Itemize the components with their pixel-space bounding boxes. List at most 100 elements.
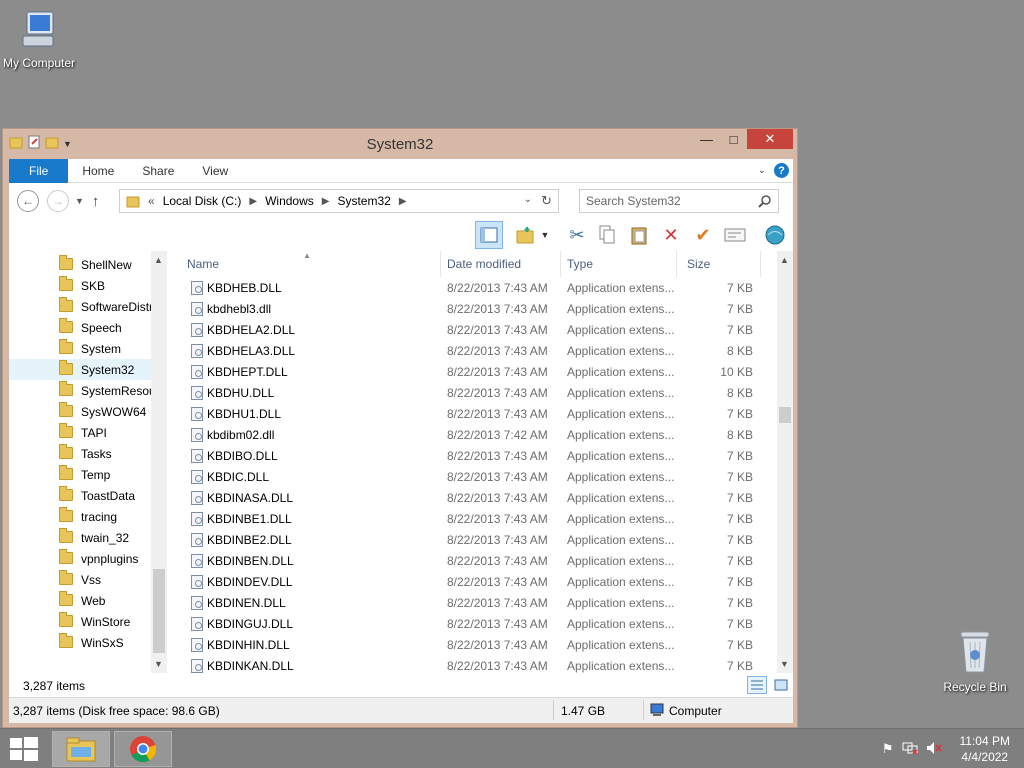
file-row[interactable]: KBDINBE2.DLL 8/22/2013 7:43 AM Application… bbox=[167, 530, 775, 551]
column-header-size[interactable]: Size bbox=[681, 251, 761, 277]
nav-item-systemresou[interactable]: SystemResou bbox=[9, 380, 167, 401]
file-row[interactable]: KBDINDEV.DLL 8/22/2013 7:43 AM Application… bbox=[167, 572, 775, 593]
minimize-button[interactable]: — bbox=[693, 129, 720, 149]
file-row[interactable]: KBDINHIN.DLL 8/22/2013 7:43 AM Application… bbox=[167, 635, 775, 656]
new-folder-button[interactable] bbox=[511, 221, 539, 249]
address-overflow-icon[interactable]: « bbox=[148, 194, 155, 208]
file-date: 8/22/2013 7:43 AM bbox=[447, 554, 548, 568]
up-button[interactable]: ↑ bbox=[92, 193, 100, 210]
nav-item-shellnew[interactable]: ShellNew bbox=[9, 254, 167, 275]
address-bar[interactable]: « Local Disk (C:) ▶ Windows ▶ System32 ▶… bbox=[119, 189, 559, 213]
tab-share[interactable]: Share bbox=[128, 159, 188, 183]
nav-item-syswow64[interactable]: SysWOW64 bbox=[9, 401, 167, 422]
nav-item-speech[interactable]: Speech bbox=[9, 317, 167, 338]
maximize-button[interactable]: □ bbox=[720, 129, 747, 149]
taskbar-chrome[interactable] bbox=[114, 731, 172, 767]
tab-view[interactable]: View bbox=[188, 159, 242, 183]
file-row[interactable]: KBDIC.DLL 8/22/2013 7:43 AM Application ex… bbox=[167, 467, 775, 488]
search-box[interactable]: Search System32 bbox=[579, 189, 779, 213]
file-list-scrollbar[interactable]: ▲ ▼ bbox=[777, 251, 793, 673]
cut-icon[interactable]: ✂ bbox=[563, 221, 591, 249]
recent-locations-icon[interactable]: ▼ bbox=[75, 196, 84, 206]
network-icon[interactable] bbox=[902, 741, 918, 758]
column-header-name[interactable]: Name bbox=[181, 251, 441, 277]
breadcrumb-system32[interactable]: System32 bbox=[337, 194, 390, 208]
forward-button[interactable]: → bbox=[47, 190, 69, 212]
details-view-button[interactable] bbox=[747, 676, 767, 694]
nav-item-twain-32[interactable]: twain_32 bbox=[9, 527, 167, 548]
nav-scrollbar[interactable]: ▲ ▼ bbox=[151, 251, 167, 673]
file-row[interactable]: KBDINBEN.DLL 8/22/2013 7:43 AM Application… bbox=[167, 551, 775, 572]
expand-ribbon-icon[interactable]: ⌄ bbox=[758, 165, 766, 176]
file-row[interactable]: KBDHU1.DLL 8/22/2013 7:43 AM Application e… bbox=[167, 404, 775, 425]
paste-icon[interactable] bbox=[625, 221, 653, 249]
chevron-up-icon[interactable]: ▲ bbox=[780, 255, 789, 265]
file-row[interactable]: kbdibm02.dll 8/22/2013 7:42 AM Application… bbox=[167, 425, 775, 446]
nav-item-vpnplugins[interactable]: vpnplugins bbox=[9, 548, 167, 569]
nav-item-tasks[interactable]: Tasks bbox=[9, 443, 167, 464]
taskbar-file-explorer[interactable] bbox=[52, 731, 110, 767]
large-icons-view-button[interactable] bbox=[771, 676, 791, 694]
column-header-type[interactable]: Type bbox=[561, 251, 677, 277]
nav-item-skb[interactable]: SKB bbox=[9, 275, 167, 296]
title-bar[interactable]: ▼ System32 — □ ✕ bbox=[3, 129, 797, 159]
file-row[interactable]: KBDINASA.DLL 8/22/2013 7:43 AM Application… bbox=[167, 488, 775, 509]
globe-icon[interactable] bbox=[761, 221, 789, 249]
chevron-down-icon[interactable]: ▼ bbox=[154, 659, 163, 669]
preview-pane-button[interactable] bbox=[475, 221, 503, 249]
address-dropdown-icon[interactable]: ⌄ bbox=[524, 194, 532, 205]
nav-item-toastdata[interactable]: ToastData bbox=[9, 485, 167, 506]
file-row[interactable]: KBDINKAN.DLL 8/22/2013 7:43 AM Application… bbox=[167, 656, 775, 673]
column-header-date[interactable]: Date modified bbox=[441, 251, 561, 277]
file-row[interactable]: KBDHEB.DLL 8/22/2013 7:43 AM Application e… bbox=[167, 278, 775, 299]
file-row[interactable]: KBDHELA3.DLL 8/22/2013 7:43 AM Application… bbox=[167, 341, 775, 362]
file-row[interactable]: KBDINEN.DLL 8/22/2013 7:43 AM Application … bbox=[167, 593, 775, 614]
copy-icon[interactable] bbox=[593, 221, 621, 249]
chevron-up-icon[interactable]: ▲ bbox=[154, 255, 163, 265]
file-row[interactable]: KBDHELA2.DLL 8/22/2013 7:43 AM Application… bbox=[167, 320, 775, 341]
nav-item-winsxs[interactable]: WinSxS bbox=[9, 632, 167, 653]
nav-item-web[interactable]: Web bbox=[9, 590, 167, 611]
file-row[interactable]: KBDINGUJ.DLL 8/22/2013 7:43 AM Application… bbox=[167, 614, 775, 635]
nav-item-tapi[interactable]: TAPI bbox=[9, 422, 167, 443]
file-row[interactable]: KBDHU.DLL 8/22/2013 7:43 AM Application ex… bbox=[167, 383, 775, 404]
start-button[interactable] bbox=[10, 737, 38, 761]
scrollbar-thumb[interactable] bbox=[153, 569, 165, 653]
nav-item-tracing[interactable]: tracing bbox=[9, 506, 167, 527]
chevron-right-icon[interactable]: ▶ bbox=[399, 196, 407, 207]
file-row[interactable]: KBDINBE1.DLL 8/22/2013 7:43 AM Application… bbox=[167, 509, 775, 530]
folder-icon bbox=[59, 570, 73, 585]
breadcrumb-windows[interactable]: Windows bbox=[265, 194, 314, 208]
delete-icon[interactable]: ✕ bbox=[657, 221, 685, 249]
help-icon[interactable]: ? bbox=[774, 163, 789, 178]
file-row[interactable]: kbdhebl3.dll 8/22/2013 7:43 AM Application… bbox=[167, 299, 775, 320]
file-type: Application extens... bbox=[567, 365, 675, 379]
tab-file[interactable]: File bbox=[9, 158, 69, 183]
chevron-down-icon[interactable]: ▼ bbox=[780, 659, 789, 669]
nav-item-system32[interactable]: System32 bbox=[9, 359, 167, 380]
file-row[interactable]: KBDIBO.DLL 8/22/2013 7:43 AM Application e… bbox=[167, 446, 775, 467]
nav-item-temp[interactable]: Temp bbox=[9, 464, 167, 485]
nav-item-softwaredistr[interactable]: SoftwareDistr bbox=[9, 296, 167, 317]
action-center-flag-icon[interactable]: ⚑ bbox=[882, 741, 894, 757]
back-button[interactable]: ← bbox=[17, 190, 39, 212]
scrollbar-thumb[interactable] bbox=[779, 407, 791, 423]
search-icon[interactable] bbox=[758, 194, 772, 208]
desktop-icon-my-computer[interactable]: My Computer bbox=[0, 8, 84, 70]
refresh-icon[interactable]: ↻ bbox=[541, 193, 552, 209]
chevron-right-icon[interactable]: ▶ bbox=[249, 196, 257, 207]
nav-item-system[interactable]: System bbox=[9, 338, 167, 359]
nav-item-vss[interactable]: Vss bbox=[9, 569, 167, 590]
breadcrumb-local-disk[interactable]: Local Disk (C:) bbox=[163, 194, 242, 208]
chevron-right-icon[interactable]: ▶ bbox=[322, 196, 330, 207]
clock[interactable]: 11:04 PM 4/4/2022 bbox=[960, 733, 1016, 765]
close-button[interactable]: ✕ bbox=[747, 129, 793, 149]
checkmark-icon[interactable]: ✔ bbox=[689, 221, 717, 249]
file-row[interactable]: KBDHEPT.DLL 8/22/2013 7:43 AM Application … bbox=[167, 362, 775, 383]
nav-item-winstore[interactable]: WinStore bbox=[9, 611, 167, 632]
desktop-icon-recycle-bin[interactable]: Recycle Bin bbox=[930, 628, 1020, 694]
properties-icon[interactable] bbox=[721, 221, 749, 249]
volume-muted-icon[interactable] bbox=[926, 741, 942, 758]
tab-home[interactable]: Home bbox=[68, 159, 128, 183]
new-item-dropdown-icon[interactable]: ▼ bbox=[539, 221, 551, 249]
